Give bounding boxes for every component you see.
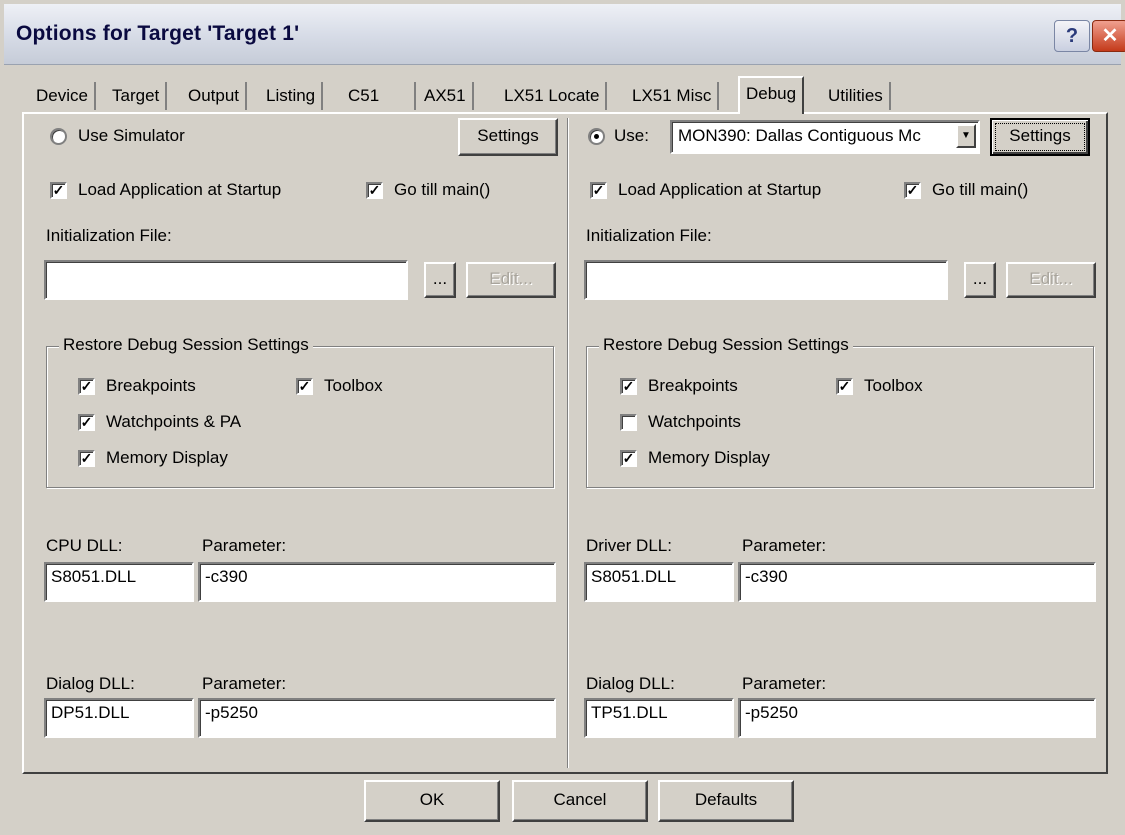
panel-divider — [567, 118, 569, 768]
left-load-app-label: Load Application at Startup — [78, 180, 282, 199]
tab-ax51[interactable]: AX51 — [418, 82, 474, 110]
right-memory-checkbox[interactable]: ✓ — [620, 450, 637, 467]
tab-device[interactable]: Device — [30, 82, 96, 110]
right-dll1-label: Driver DLL: — [586, 536, 672, 555]
tab-lx51-locate[interactable]: LX51 Locate — [498, 82, 608, 110]
chevron-down-icon[interactable]: ▼ — [956, 124, 976, 148]
left-edit-button[interactable]: Edit... — [466, 262, 556, 298]
cancel-button[interactable]: Cancel — [512, 780, 648, 822]
left-param2-label: Parameter: — [202, 674, 287, 693]
tab-target[interactable]: Target — [106, 82, 168, 110]
tab-utilities[interactable]: Utilities — [822, 82, 891, 110]
left-dll1-input[interactable]: S8051.DLL — [44, 562, 194, 602]
use-driver-radio[interactable] — [588, 128, 605, 145]
right-go-main-checkbox[interactable]: ✓ — [904, 182, 921, 199]
left-dll1-label: CPU DLL: — [46, 536, 123, 555]
simulator-settings-button[interactable]: Settings — [458, 118, 558, 156]
right-breakpoints-checkbox[interactable]: ✓ — [620, 378, 637, 395]
right-breakpoints-label: Breakpoints — [648, 376, 738, 395]
left-watchpoints-checkbox[interactable]: ✓ — [78, 414, 95, 431]
close-button[interactable]: ✕ — [1092, 20, 1125, 52]
driver-select[interactable]: MON390: Dallas Contiguous Mc ▼ — [670, 120, 980, 154]
right-param2-label: Parameter: — [742, 674, 827, 693]
right-param2-input[interactable]: -p5250 — [738, 698, 1096, 738]
right-load-app-label: Load Application at Startup — [618, 180, 822, 199]
right-init-file-label: Initialization File: — [586, 226, 712, 245]
right-toolbox-checkbox[interactable]: ✓ — [836, 378, 853, 395]
right-dll2-label: Dialog DLL: — [586, 674, 675, 693]
options-dialog: Options for Target 'Target 1' ? ✕ Device… — [0, 0, 1125, 835]
help-button[interactable]: ? — [1054, 20, 1090, 52]
use-simulator-label: Use Simulator — [78, 126, 185, 145]
radio-selected-dot — [594, 134, 599, 139]
left-watchpoints-label: Watchpoints & PA — [106, 412, 242, 431]
right-browse-button[interactable]: ... — [964, 262, 996, 298]
ok-button[interactable]: OK — [364, 780, 500, 822]
left-go-main-checkbox[interactable]: ✓ — [366, 182, 383, 199]
driver-select-value: MON390: Dallas Contiguous Mc — [678, 126, 921, 145]
left-memory-label: Memory Display — [106, 448, 228, 467]
left-restore-title: Restore Debug Session Settings — [59, 335, 313, 355]
left-dll2-label: Dialog DLL: — [46, 674, 135, 693]
left-browse-button[interactable]: ... — [424, 262, 456, 298]
right-param1-input[interactable]: -c390 — [738, 562, 1096, 602]
use-driver-label: Use: — [614, 126, 649, 145]
left-load-app-checkbox[interactable]: ✓ — [50, 182, 67, 199]
window-title: Options for Target 'Target 1' — [16, 22, 300, 45]
right-init-file-input[interactable] — [584, 260, 948, 300]
right-load-app-checkbox[interactable]: ✓ — [590, 182, 607, 199]
left-dll2-input[interactable]: DP51.DLL — [44, 698, 194, 738]
left-toolbox-checkbox[interactable]: ✓ — [296, 378, 313, 395]
right-toolbox-label: Toolbox — [864, 376, 923, 395]
right-dll1-input[interactable]: S8051.DLL — [584, 562, 734, 602]
right-memory-label: Memory Display — [648, 448, 770, 467]
right-restore-title: Restore Debug Session Settings — [599, 335, 853, 355]
right-dll2-input[interactable]: TP51.DLL — [584, 698, 734, 738]
driver-settings-button[interactable]: Settings — [990, 118, 1090, 156]
left-toolbox-label: Toolbox — [324, 376, 383, 395]
left-breakpoints-label: Breakpoints — [106, 376, 196, 395]
tab-debug[interactable]: Debug — [738, 76, 805, 114]
left-param1-label: Parameter: — [202, 536, 287, 555]
left-param1-input[interactable]: -c390 — [198, 562, 556, 602]
tab-c51[interactable]: C51 — [342, 82, 416, 110]
use-simulator-radio[interactable] — [50, 128, 67, 145]
title-bar[interactable]: Options for Target 'Target 1' ? ✕ — [4, 4, 1125, 65]
left-memory-checkbox[interactable]: ✓ — [78, 450, 95, 467]
right-go-main-label: Go till main() — [932, 180, 1029, 199]
right-watchpoints-label: Watchpoints — [648, 412, 741, 431]
left-go-main-label: Go till main() — [394, 180, 491, 199]
tab-listing[interactable]: Listing — [260, 82, 324, 110]
right-edit-button[interactable]: Edit... — [1006, 262, 1096, 298]
left-param2-input[interactable]: -p5250 — [198, 698, 556, 738]
defaults-button[interactable]: Defaults — [658, 780, 794, 822]
right-watchpoints-checkbox[interactable] — [620, 414, 637, 431]
left-init-file-input[interactable] — [44, 260, 408, 300]
tab-output[interactable]: Output — [182, 82, 248, 110]
right-param1-label: Parameter: — [742, 536, 827, 555]
left-init-file-label: Initialization File: — [46, 226, 172, 245]
left-breakpoints-checkbox[interactable]: ✓ — [78, 378, 95, 395]
tab-lx51-misc[interactable]: LX51 Misc — [626, 82, 720, 110]
